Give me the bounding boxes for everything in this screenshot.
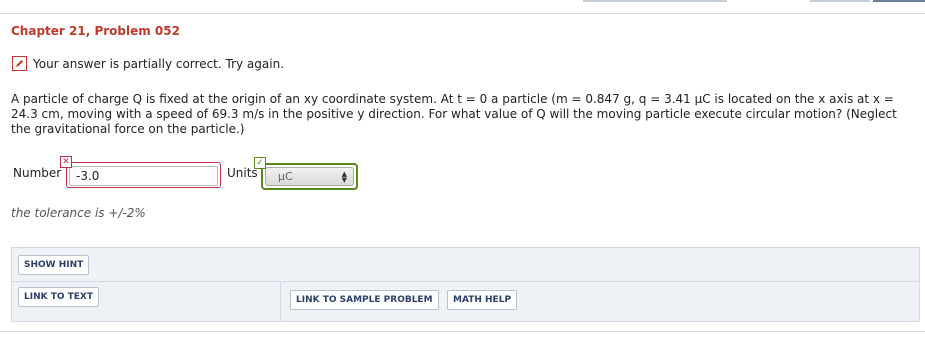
chevron-updown-icon: ▲ ▼ [341,169,347,184]
problem-title: Chapter 21, Problem 052 [11,24,180,38]
links-panel: LINK TO TEXT LINK TO SAMPLE PROBLEM MATH… [11,282,920,322]
top-tab-bar-3 [873,0,925,2]
number-input[interactable] [69,166,218,186]
math-help-button[interactable]: MATH HELP [447,290,518,310]
number-field-wrapper [66,162,221,188]
units-select[interactable]: μC ▲ ▼ [265,167,354,186]
hint-panel: SHOW HINT [11,247,920,282]
bottom-divider [0,331,925,332]
pencil-icon [12,56,27,71]
show-hint-button[interactable]: SHOW HINT [18,255,90,275]
check-icon: ✓ [254,157,266,169]
feedback-status: Your answer is partially correct. Try ag… [12,56,284,71]
feedback-message: Your answer is partially correct. Try ag… [33,56,285,71]
link-to-sample-problem-button[interactable]: LINK TO SAMPLE PROBLEM [290,290,439,310]
top-divider [0,13,925,14]
top-tab-bar-2 [810,0,870,2]
link-to-text-button[interactable]: LINK TO TEXT [18,287,100,307]
problem-statement: A particle of charge Q is fixed at the o… [11,92,897,136]
units-field-wrapper: μC ▲ ▼ [261,163,358,190]
tolerance-note: the tolerance is +/-2% [11,206,146,220]
x-icon: ✕ [60,156,72,168]
units-selected-value: μC [278,170,293,183]
top-tab-bar-1 [583,0,727,2]
number-label: Number [13,166,62,180]
panel-divider [280,282,281,321]
